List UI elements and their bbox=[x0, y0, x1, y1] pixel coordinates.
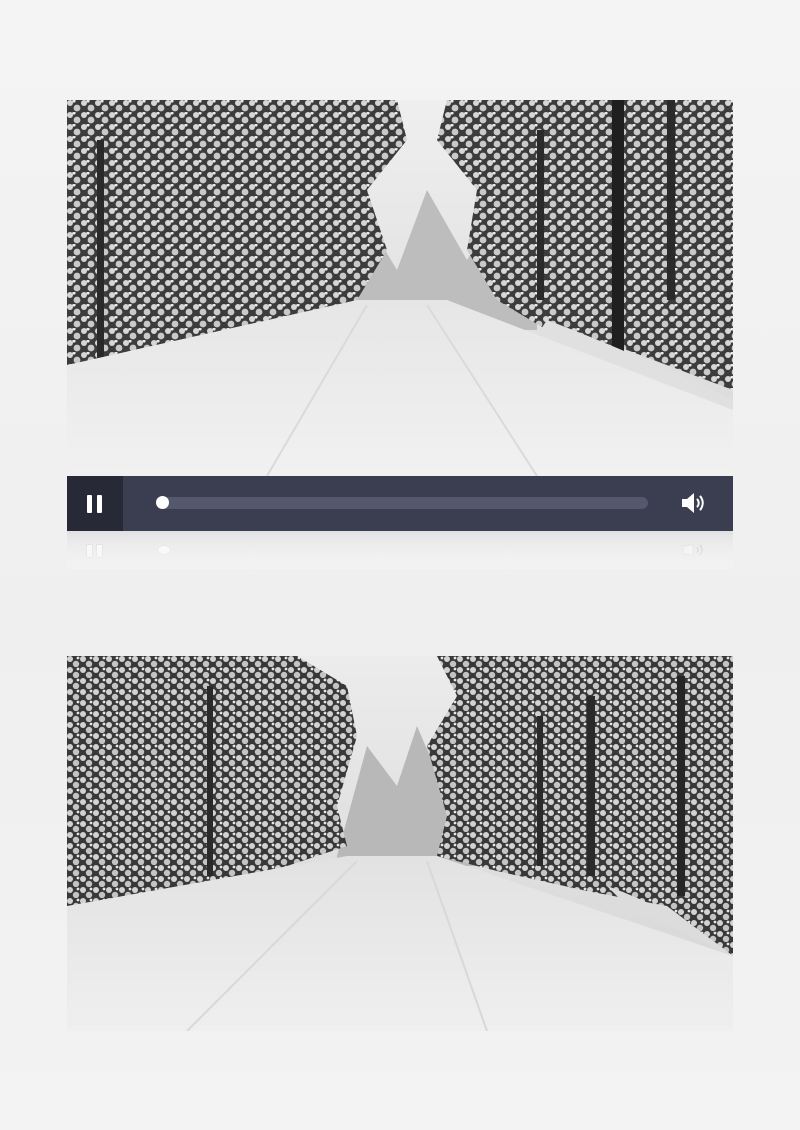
volume-icon bbox=[682, 493, 704, 513]
control-bar-reflection bbox=[67, 531, 733, 569]
page bbox=[0, 0, 800, 1130]
progress-thumb[interactable] bbox=[156, 496, 169, 509]
pause-button[interactable] bbox=[67, 476, 123, 531]
progress-bar[interactable] bbox=[156, 496, 648, 509]
snowy-forest-road-image bbox=[67, 100, 733, 476]
progress-thumb-reflection bbox=[158, 546, 170, 554]
pause-icon bbox=[87, 495, 103, 513]
snowy-forest-road-image bbox=[67, 656, 733, 1031]
video-frame-top[interactable] bbox=[67, 100, 733, 476]
pause-icon-reflection bbox=[87, 545, 103, 557]
volume-icon-reflection bbox=[682, 544, 703, 556]
volume-button[interactable] bbox=[680, 490, 708, 516]
video-frame-bottom[interactable] bbox=[67, 656, 733, 1031]
video-control-bar bbox=[67, 476, 733, 531]
